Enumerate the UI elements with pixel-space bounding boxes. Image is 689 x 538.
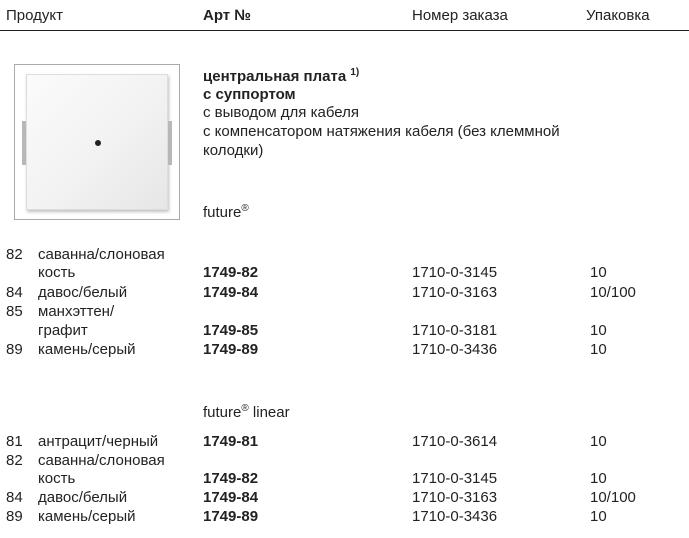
color-name-cont: графит xyxy=(38,322,88,339)
order-number: 1710-0-3436 xyxy=(412,508,498,525)
order-number: 1710-0-3436 xyxy=(412,341,498,358)
article-number: 1749-84 xyxy=(203,284,259,301)
color-name: давос/белый xyxy=(38,284,128,301)
column-header-product: Продукт xyxy=(6,7,63,24)
article-number: 1749-82 xyxy=(203,264,259,281)
color-name: давос/белый xyxy=(38,489,128,506)
color-name: саванна/слоновая xyxy=(38,452,165,469)
pack-qty: 10 xyxy=(590,341,607,358)
color-code: 89 xyxy=(6,341,23,358)
column-header-pack: Упаковка xyxy=(586,7,650,24)
column-header-art: Арт № xyxy=(203,7,252,24)
color-name: камень/серый xyxy=(38,508,136,525)
product-image xyxy=(14,64,180,220)
color-name: манхэттен/ xyxy=(38,303,115,320)
color-code: 81 xyxy=(6,433,23,450)
order-number: 1710-0-3163 xyxy=(412,284,498,301)
pack-qty: 10 xyxy=(590,508,607,525)
central-plate-illustration xyxy=(22,74,172,210)
color-code: 89 xyxy=(6,508,23,525)
product-desc-line2: с компенсатором натяжения кабеля (без кл… xyxy=(203,123,560,140)
pack-qty: 10 xyxy=(590,322,607,339)
column-header-order: Номер заказа xyxy=(412,7,508,24)
order-number: 1710-0-3614 xyxy=(412,433,498,450)
product-desc-line3: колодки) xyxy=(203,142,264,159)
order-number: 1710-0-3163 xyxy=(412,489,498,506)
product-subtitle: с суппортом xyxy=(203,86,296,103)
article-number: 1749-89 xyxy=(203,508,259,525)
color-code: 84 xyxy=(6,284,23,301)
article-number: 1749-84 xyxy=(203,489,259,506)
product-desc-line1: с выводом для кабеля xyxy=(203,104,359,121)
pack-qty: 10 xyxy=(590,264,607,281)
pack-qty: 10/100 xyxy=(590,284,636,301)
order-number: 1710-0-3181 xyxy=(412,322,498,339)
color-code: 84 xyxy=(6,489,23,506)
order-number: 1710-0-3145 xyxy=(412,470,498,487)
color-name-cont: кость xyxy=(38,264,76,281)
order-number: 1710-0-3145 xyxy=(412,264,498,281)
article-number: 1749-82 xyxy=(203,470,259,487)
article-number: 1749-85 xyxy=(203,322,259,339)
color-name: саванна/слоновая xyxy=(38,246,165,263)
color-code: 82 xyxy=(6,452,23,469)
color-code: 85 xyxy=(6,303,23,320)
article-number: 1749-81 xyxy=(203,433,259,450)
pack-qty: 10 xyxy=(590,433,607,450)
product-title: центральная плата 1) xyxy=(203,67,360,86)
series-heading-future-linear: future® linear xyxy=(203,403,290,421)
pack-qty: 10/100 xyxy=(590,489,636,506)
article-number: 1749-89 xyxy=(203,341,259,358)
color-name-cont: кость xyxy=(38,470,76,487)
pack-qty: 10 xyxy=(590,470,607,487)
color-name: антрацит/черный xyxy=(38,433,159,450)
cable-outlet-hole xyxy=(95,140,101,146)
color-name: камень/серый xyxy=(38,341,136,358)
series-heading-future: future® xyxy=(203,203,249,221)
color-code: 82 xyxy=(6,246,23,263)
header-divider xyxy=(0,30,689,31)
